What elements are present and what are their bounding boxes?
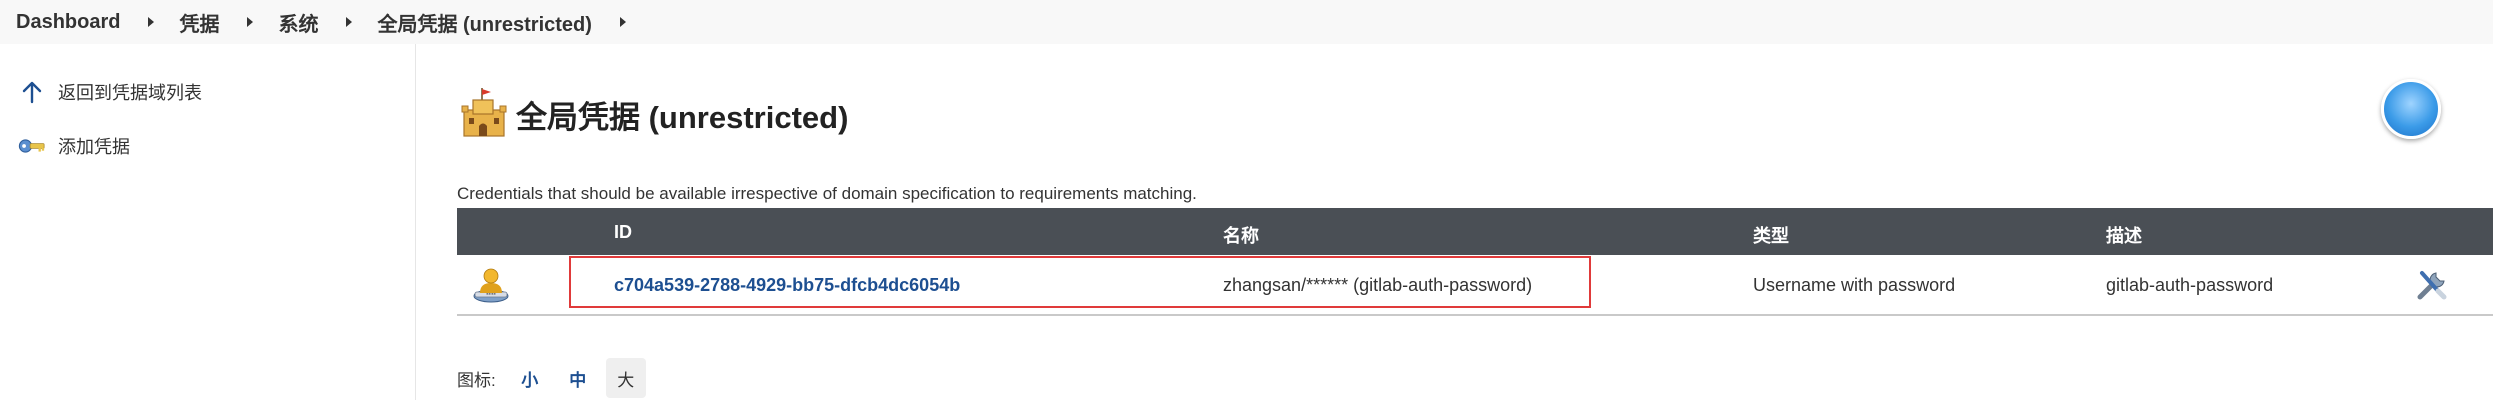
page-title: 全局凭据 (unrestricted) bbox=[516, 100, 849, 135]
icon-size-selector: 图标: 小 中 大 bbox=[457, 358, 646, 398]
chevron-right-icon[interactable] bbox=[247, 17, 254, 27]
sidebar-item-label: 添加凭据 bbox=[58, 137, 130, 157]
icon-size-small[interactable]: 小 bbox=[510, 358, 550, 398]
arrow-up-icon bbox=[18, 78, 46, 106]
credential-name: zhangsan/****** (gitlab-auth-password) bbox=[1223, 275, 1533, 295]
icon-size-large[interactable]: 大 bbox=[605, 358, 646, 398]
column-header-description[interactable]: 描述 bbox=[2106, 222, 2142, 248]
sidebar-item-label: 返回到凭据域列表 bbox=[58, 83, 202, 103]
icon-size-medium[interactable]: 中 bbox=[558, 358, 598, 398]
configure-wrench-icon[interactable] bbox=[2414, 267, 2450, 308]
domain-description: Credentials that should be available irr… bbox=[457, 184, 1197, 203]
credential-description: gitlab-auth-password bbox=[2106, 275, 2274, 295]
breadcrumb: Dashboard 凭据 系统 全局凭据 (unrestricted) bbox=[0, 0, 2493, 44]
table-header: ID 名称 类型 描述 bbox=[457, 208, 2493, 255]
breadcrumb-credentials[interactable]: 凭据 bbox=[179, 8, 219, 37]
page-header: 全局凭据 (unrestricted) bbox=[460, 86, 848, 143]
icon-size-label: 图标: bbox=[457, 370, 496, 390]
column-header-name[interactable]: 名称 bbox=[1223, 222, 1259, 248]
column-header-type[interactable]: 类型 bbox=[1753, 222, 1789, 248]
sidebar-item-add-credentials[interactable]: 添加凭据 bbox=[18, 132, 130, 160]
credential-type: Username with password bbox=[1753, 275, 1956, 295]
castle-icon bbox=[460, 86, 508, 143]
breadcrumb-global-credentials[interactable]: 全局凭据 (unrestricted) bbox=[377, 8, 591, 37]
column-header-id[interactable]: ID bbox=[614, 222, 632, 243]
credentials-table: ID 名称 类型 描述 **** c704a539-2788-4929-bb75… bbox=[457, 208, 2493, 319]
svg-text:****: **** bbox=[486, 293, 497, 299]
chevron-right-icon[interactable] bbox=[619, 17, 626, 27]
breadcrumb-dashboard[interactable]: Dashboard bbox=[16, 11, 120, 34]
avatar[interactable] bbox=[2381, 79, 2441, 139]
sidebar: 返回到凭据域列表 添加凭据 bbox=[0, 44, 416, 400]
breadcrumb-system[interactable]: 系统 bbox=[278, 8, 318, 37]
credential-id-link[interactable]: c704a539-2788-4929-bb75-dfcb4dc6054b bbox=[614, 275, 960, 296]
key-icon bbox=[18, 132, 46, 160]
sidebar-item-back-to-domains[interactable]: 返回到凭据域列表 bbox=[18, 78, 202, 106]
chevron-right-icon[interactable] bbox=[346, 17, 353, 27]
table-row: **** c704a539-2788-4929-bb75-dfcb4dc6054… bbox=[457, 255, 2493, 316]
chevron-right-icon[interactable] bbox=[148, 17, 155, 27]
user-credential-icon: **** bbox=[471, 265, 511, 310]
